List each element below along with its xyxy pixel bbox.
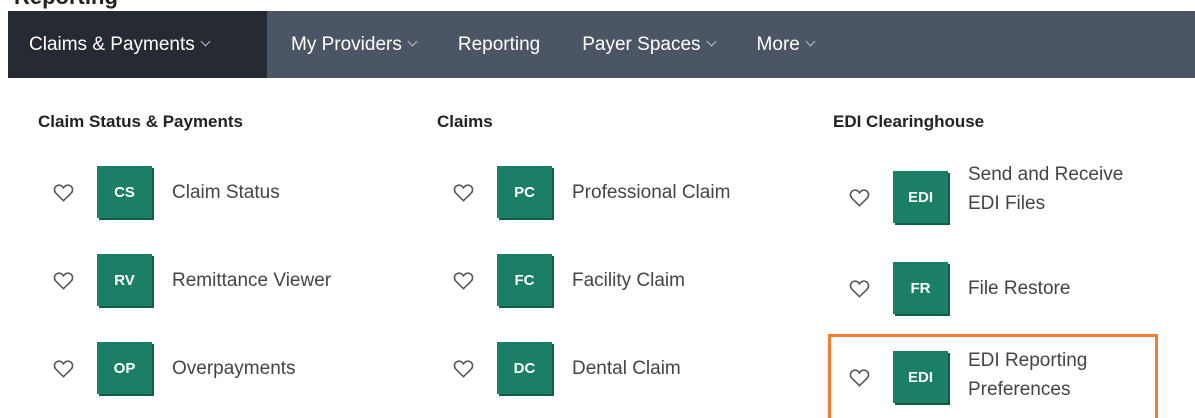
nav-claims-payments[interactable]: Claims & Payments [8,11,267,78]
chevron-down-icon [407,36,418,47]
chevron-down-icon [805,36,816,47]
heart-outline-icon[interactable] [452,358,474,378]
menu-item-label: Remittance Viewer [172,269,332,291]
menu-item-label: Facility Claim [572,269,685,291]
menu-item-label: Dental Claim [572,357,681,379]
nav-label: Payer Spaces [582,33,701,55]
heart-outline-icon[interactable] [52,182,74,202]
heart-outline-icon[interactable] [52,270,74,290]
main-navbar: Claims & Payments My Providers Reporting… [8,11,1195,78]
nav-label: More [756,33,800,55]
menu-item-send-receive-edi-files[interactable]: EDI Send and Receive EDI Files [848,164,1123,226]
menu-item-claim-status[interactable]: CS Claim Status [52,166,280,218]
column-heading-edi-clearinghouse: EDI Clearinghouse [833,112,985,131]
column-heading-claim-status-payments: Claim Status & Payments [38,112,244,131]
menu-item-file-restore[interactable]: FR File Restore [848,262,1070,314]
column-heading-claims: Claims [437,112,493,131]
menu-item-label: EDI Reporting Preferences [968,346,1087,404]
app-badge: PC [497,166,552,218]
app-badge: CS [97,166,152,218]
menu-item-label: Overpayments [172,357,296,379]
label-line: EDI Reporting [968,350,1088,371]
menu-item-label: Professional Claim [572,181,731,203]
chevron-down-icon [706,36,716,47]
app-badge: RV [97,254,152,306]
app-badge: FC [497,254,552,306]
heart-outline-icon[interactable] [848,187,870,207]
nav-label: My Providers [291,33,402,55]
heart-outline-icon[interactable] [848,278,870,298]
heart-outline-icon[interactable] [452,182,474,202]
menu-item-label: Claim Status [172,181,280,203]
menu-item-dental-claim[interactable]: DC Dental Claim [452,342,681,394]
nav-more[interactable]: More [736,11,835,78]
nav-my-providers[interactable]: My Providers [267,11,437,78]
app-badge: DC [497,342,552,394]
label-line: Preferences [968,379,1071,400]
menu-item-professional-claim[interactable]: PC Professional Claim [452,166,730,218]
chevron-down-icon [200,36,211,47]
nav-label: Claims & Payments [29,33,195,55]
menu-item-remittance-viewer[interactable]: RV Remittance Viewer [52,254,331,306]
page-title: Reporting [14,0,118,8]
app-badge: FR [893,262,948,314]
label-line: Send and Receive [968,164,1124,185]
app-badge: EDI [893,171,948,223]
app-badge: EDI [893,351,948,403]
menu-item-edi-reporting-preferences[interactable]: EDI EDI Reporting Preferences [848,348,1087,406]
heart-outline-icon[interactable] [848,367,870,387]
menu-item-label: Send and Receive EDI Files [968,160,1123,218]
page-title-clipped: Reporting [0,0,1195,11]
heart-outline-icon[interactable] [52,358,74,378]
heart-outline-icon[interactable] [452,270,474,290]
mega-menu: Claim Status & Payments CS Claim Status … [0,78,1195,418]
app-badge: OP [97,342,152,394]
menu-item-label: File Restore [968,277,1071,299]
label-line: EDI Files [968,193,1046,214]
menu-item-facility-claim[interactable]: FC Facility Claim [452,254,685,306]
nav-reporting[interactable]: Reporting [437,11,561,78]
menu-item-overpayments[interactable]: OP Overpayments [52,342,296,394]
nav-payer-spaces[interactable]: Payer Spaces [561,11,735,78]
nav-label: Reporting [457,33,541,55]
